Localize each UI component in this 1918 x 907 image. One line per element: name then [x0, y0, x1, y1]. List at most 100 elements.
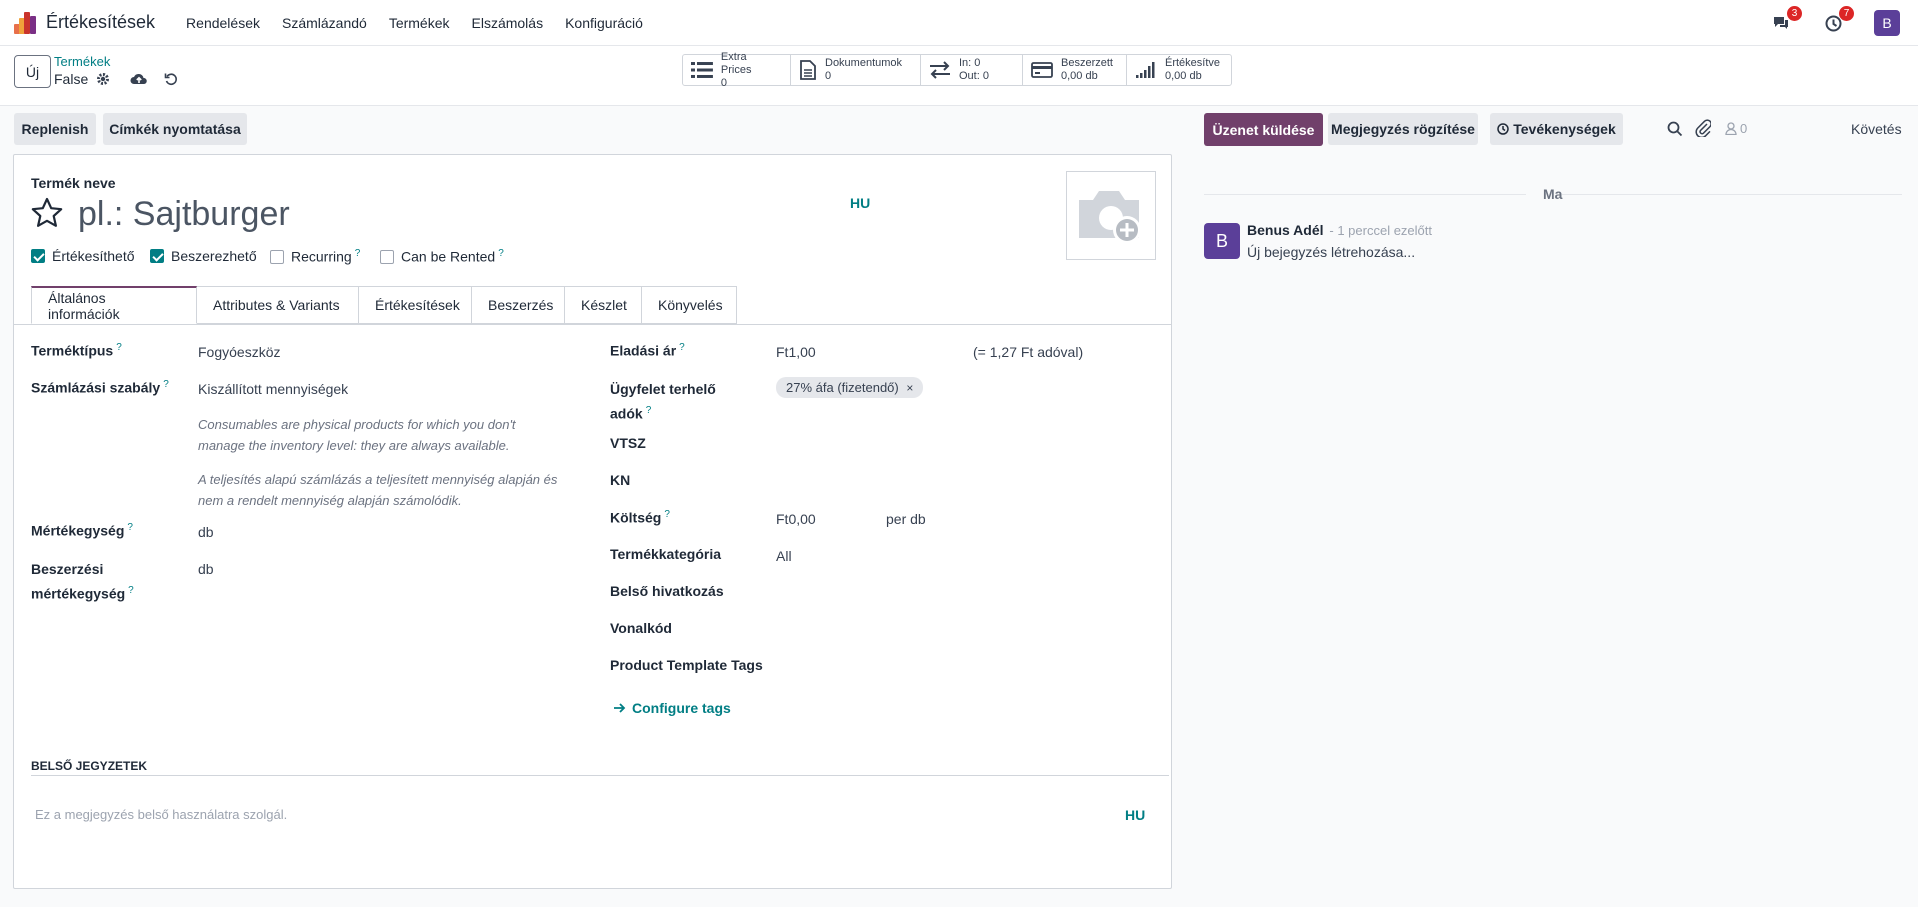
- purchase-ok-check[interactable]: [150, 249, 164, 263]
- invoice-policy-field[interactable]: Kiszállított mennyiségek: [198, 381, 348, 397]
- help-icon[interactable]: ?: [664, 509, 670, 520]
- message-author-avatar[interactable]: B: [1204, 223, 1240, 259]
- gear-icon[interactable]: [96, 72, 110, 86]
- purchase-uom-field[interactable]: db: [198, 561, 214, 577]
- remove-tag-icon[interactable]: ×: [906, 381, 913, 395]
- top-navbar: Értékesítések Rendelések Számlázandó Ter…: [0, 0, 1918, 46]
- smart-in-out[interactable]: In: 0 Out: 0: [921, 55, 1023, 85]
- barcode-label: Vonalkód: [610, 620, 672, 636]
- product-name-label: Termék neve: [31, 175, 116, 191]
- activities-chatter-button[interactable]: Tevékenységek: [1490, 113, 1623, 145]
- uom-label: Mértékegység?: [31, 522, 133, 539]
- activities-button[interactable]: 7: [1822, 6, 1854, 34]
- tab-attributes-variants[interactable]: Attributes & Variants: [197, 286, 359, 324]
- star-icon[interactable]: [31, 197, 63, 229]
- menu-configuration[interactable]: Konfiguráció: [554, 15, 654, 31]
- search-icon[interactable]: [1667, 121, 1683, 137]
- checkbox-rent-ok[interactable]: Can be Rented?: [380, 248, 504, 265]
- date-separator-line-right: [1562, 194, 1902, 195]
- rent-ok-check[interactable]: [380, 249, 394, 264]
- follow-button[interactable]: Követés: [1851, 121, 1902, 137]
- smart-sold[interactable]: Értékesítve 0,00 db: [1127, 55, 1231, 85]
- tax-tag[interactable]: 27% áfa (fizetendő) ×: [776, 377, 924, 398]
- sale-price-field[interactable]: Ft1,00: [776, 344, 816, 360]
- messages-button[interactable]: 3: [1770, 6, 1802, 34]
- activities-label: Tevékenységek: [1513, 121, 1616, 137]
- list-icon: [691, 62, 713, 78]
- app-logo-icon[interactable]: [14, 11, 36, 34]
- notes-translate-button[interactable]: HU: [1125, 807, 1145, 823]
- help-icon[interactable]: ?: [498, 248, 504, 259]
- menu-orders[interactable]: Rendelések: [175, 15, 271, 31]
- consumable-help: Consumables are physical products for wh…: [198, 417, 516, 453]
- product-type-label: Terméktípus?: [31, 342, 122, 359]
- help-icon[interactable]: ?: [116, 342, 122, 353]
- configure-tags-link[interactable]: Configure tags: [614, 700, 731, 716]
- checkbox-purchase-ok[interactable]: Beszerezhető: [150, 248, 257, 264]
- tab-sales[interactable]: Értékesítések: [359, 286, 472, 324]
- purchase-uom-label: Beszerzési mértékegység?: [31, 561, 134, 602]
- document-icon: [800, 60, 816, 80]
- cloud-upload-icon[interactable]: [130, 72, 148, 86]
- smart-purchased[interactable]: Beszerzett 0,00 db: [1023, 55, 1127, 85]
- form-sheet: Termék neve pl.: Sajtburger HU Értékesít…: [13, 154, 1172, 889]
- product-image-placeholder[interactable]: [1066, 171, 1156, 260]
- transfer-icon: [930, 61, 950, 79]
- activities-badge: 7: [1839, 6, 1854, 21]
- checkbox-recurring[interactable]: Recurring?: [270, 248, 360, 265]
- internal-notes-input[interactable]: Ez a megjegyzés belső használatra szolgá…: [35, 807, 287, 822]
- product-name-input[interactable]: pl.: Sajtburger: [78, 195, 858, 234]
- category-field[interactable]: All: [776, 548, 792, 564]
- discard-icon[interactable]: [164, 72, 178, 86]
- help-icon[interactable]: ?: [128, 585, 134, 596]
- send-message-button[interactable]: Üzenet küldése: [1204, 113, 1323, 146]
- help-icon[interactable]: ?: [679, 342, 685, 353]
- checkbox-sale-ok[interactable]: Értékesíthető: [31, 248, 135, 264]
- tab-accounting[interactable]: Könyvelés: [642, 286, 737, 324]
- message-author[interactable]: Benus Adél: [1247, 222, 1324, 238]
- card-icon: [1031, 62, 1053, 78]
- user-avatar[interactable]: B: [1874, 10, 1900, 36]
- paperclip-icon[interactable]: [1695, 119, 1711, 137]
- smart-buttons: Extra Prices 0 Dokumentumok 0 In: 0 Out: 0 …: [682, 51, 1232, 89]
- menu-reporting[interactable]: Elszámolás: [461, 15, 555, 31]
- uom-field[interactable]: db: [198, 524, 214, 540]
- product-type-field[interactable]: Fogyóeszköz: [198, 344, 280, 360]
- app-title[interactable]: Értékesítések: [46, 12, 155, 33]
- new-button[interactable]: Új: [14, 55, 51, 88]
- followers-count: 0: [1740, 121, 1748, 136]
- notebook-tabs: Általános információk Attributes & Varia…: [31, 286, 737, 324]
- cost-label: Költség?: [610, 509, 670, 526]
- category-label: Termékkategória: [610, 546, 722, 562]
- message-header: Benus Adél - 1 perccel ezelőtt: [1247, 222, 1432, 238]
- help-icon[interactable]: ?: [127, 522, 133, 533]
- invoice-policy-label: Számlázási szabály?: [31, 379, 169, 396]
- help-icon[interactable]: ?: [355, 248, 361, 259]
- tab-inventory[interactable]: Készlet: [565, 286, 642, 324]
- recurring-check[interactable]: [270, 249, 284, 264]
- log-note-button[interactable]: Megjegyzés rögzítése: [1328, 113, 1478, 145]
- help-icon[interactable]: ?: [646, 405, 652, 416]
- tab-general-info[interactable]: Általános információk: [31, 286, 197, 324]
- smart-documents[interactable]: Dokumentumok 0: [791, 55, 921, 85]
- menu-products[interactable]: Termékek: [378, 15, 461, 31]
- customer-taxes-label: Ügyfelet terhelő adók?: [610, 381, 716, 422]
- kn-label: KN: [610, 472, 631, 488]
- breadcrumb-products[interactable]: Termékek: [54, 54, 110, 69]
- smart-extra-prices[interactable]: Extra Prices 0: [683, 51, 791, 89]
- arrow-right-icon: [614, 703, 626, 713]
- sale-ok-check[interactable]: [31, 249, 45, 263]
- replenish-button[interactable]: Replenish: [14, 113, 96, 145]
- sale-price-label: Eladási ár?: [610, 342, 685, 359]
- cost-field[interactable]: Ft0,00: [776, 511, 816, 527]
- tab-purchase[interactable]: Beszerzés: [472, 286, 565, 324]
- help-icon[interactable]: ?: [163, 379, 169, 390]
- name-translate-button[interactable]: HU: [850, 195, 870, 211]
- menu-to-invoice[interactable]: Számlázandó: [271, 15, 378, 31]
- main-menu: Rendelések Számlázandó Termékek Elszámol…: [175, 15, 654, 31]
- followers-button[interactable]: 0: [1725, 121, 1747, 136]
- messages-badge: 3: [1787, 6, 1802, 21]
- notes-divider: [31, 775, 1169, 776]
- print-labels-button[interactable]: Címkék nyomtatása: [103, 113, 247, 145]
- message-body: Új bejegyzés létrehozása...: [1247, 244, 1416, 260]
